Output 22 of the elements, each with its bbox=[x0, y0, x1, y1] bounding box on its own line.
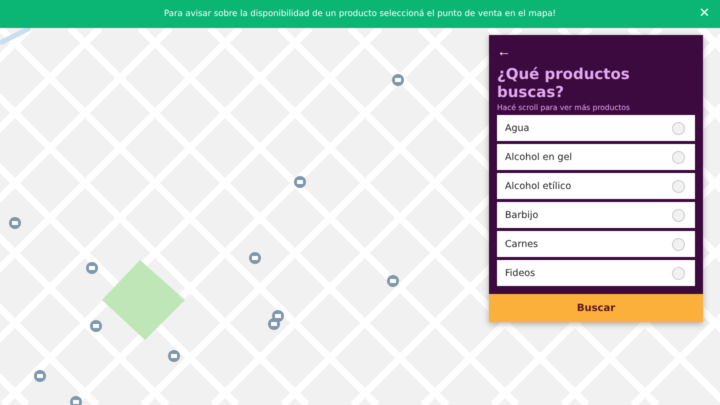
product-label: Fideos bbox=[505, 268, 536, 278]
product-option[interactable]: Carnes bbox=[497, 231, 695, 257]
panel-title: ¿Qué productos buscas? bbox=[497, 65, 631, 101]
product-option[interactable]: Fideos bbox=[497, 260, 695, 286]
radio-button[interactable] bbox=[672, 208, 685, 222]
product-label: Alcohol etílico bbox=[505, 180, 572, 192]
radio-button[interactable] bbox=[672, 266, 685, 280]
product-label: Agua bbox=[505, 122, 530, 134]
radio-button[interactable] bbox=[672, 180, 685, 192]
back-button[interactable]: ← bbox=[497, 43, 511, 59]
product-label: Carnes bbox=[505, 238, 538, 250]
product-label: Barbijo bbox=[505, 210, 538, 220]
product-option[interactable]: Barbijo bbox=[497, 202, 695, 228]
radio-button[interactable] bbox=[672, 122, 685, 134]
banner-message: Para avisar sobre la disponibilidad de un producto seleccioná el punto de venta en el mapa! bbox=[164, 9, 556, 19]
radio-button[interactable] bbox=[672, 238, 685, 250]
product-label: Alcohol en gel bbox=[505, 152, 572, 162]
search-button[interactable]: Buscar bbox=[489, 294, 703, 322]
product-option[interactable]: Agua bbox=[497, 115, 695, 141]
radio-button[interactable] bbox=[672, 150, 685, 164]
product-option[interactable]: Alcohol etílico bbox=[497, 173, 695, 199]
product-option[interactable]: Alcohol en gel bbox=[497, 144, 695, 170]
